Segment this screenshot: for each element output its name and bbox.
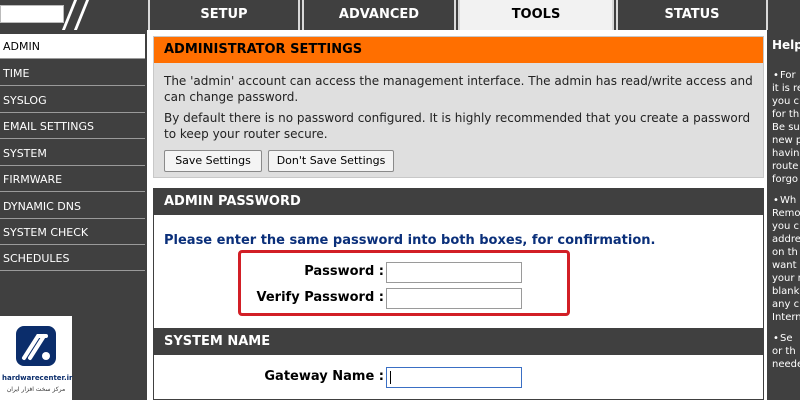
help-title: Help: [772, 38, 800, 52]
help-text-fragment: neede: [772, 359, 800, 370]
help-text-fragment: it is re: [772, 83, 800, 94]
bullet-icon: •: [773, 195, 779, 206]
help-text-fragment: for th: [772, 109, 800, 120]
help-text-fragment: route: [772, 161, 799, 172]
help-text-fragment: you c: [772, 221, 800, 232]
help-text-fragment: you c: [772, 96, 800, 107]
watermark-subtitle: مرکز سخت افزار ایران: [6, 386, 66, 393]
password-field[interactable]: [386, 262, 522, 283]
sidebar-item-system-check[interactable]: SYSTEM CHECK: [0, 220, 145, 245]
dont-save-settings-button[interactable]: Don't Save Settings: [268, 150, 394, 172]
logo-slash-decoration: [73, 0, 90, 30]
sidebar-item-schedules[interactable]: SCHEDULES: [0, 246, 145, 271]
administrator-settings-title: ADMINISTRATOR SETTINGS: [154, 37, 763, 63]
bullet-icon: •: [773, 70, 779, 81]
help-text-fragment: your r: [772, 273, 800, 284]
sidebar-item-system[interactable]: SYSTEM: [0, 141, 145, 166]
sidebar-item-email-settings[interactable]: EMAIL SETTINGS: [0, 114, 145, 139]
verify-password-field[interactable]: [386, 288, 522, 309]
help-text-fragment: Remo: [772, 208, 800, 219]
help-text-fragment: Be su: [772, 122, 800, 133]
help-text-fragment: or th: [772, 346, 796, 357]
help-text-fragment: any c: [772, 299, 800, 310]
watermark: hardwarecenter.ir مرکز سخت افزار ایران: [0, 316, 73, 400]
verify-password-label: Verify Password :: [256, 290, 385, 305]
tab-status[interactable]: STATUS: [616, 0, 768, 30]
admin-password-title: ADMIN PASSWORD: [154, 189, 763, 215]
system-name-title: SYSTEM NAME: [154, 329, 763, 355]
password-hint: Please enter the same password into both…: [164, 233, 656, 248]
sidebar-item-admin[interactable]: ADMIN: [0, 34, 145, 59]
password-label: Password :: [304, 264, 384, 279]
watermark-name: hardwarecenter.ir: [2, 374, 73, 382]
gateway-name-label: Gateway Name :: [264, 369, 384, 384]
help-text-fragment: addre: [772, 234, 800, 245]
sidebar-item-time[interactable]: TIME: [0, 61, 145, 86]
tab-advanced[interactable]: ADVANCED: [302, 0, 456, 30]
top-navigation-bar: SETUP ADVANCED TOOLS STATUS: [0, 0, 800, 30]
watermark-logo-icon: [16, 326, 56, 366]
bullet-icon: •: [773, 333, 779, 344]
help-text-fragment: havin: [772, 148, 800, 159]
main-content: ADMINISTRATOR SETTINGS The 'admin' accou…: [147, 30, 767, 400]
gateway-name-field[interactable]: [386, 367, 522, 388]
help-text-fragment: new p: [772, 135, 800, 146]
help-text-fragment: Se: [780, 333, 793, 344]
sidebar-item-firmware[interactable]: FIRMWARE: [0, 167, 145, 192]
help-text-fragment: blank: [772, 286, 800, 297]
help-text-fragment: forgo: [772, 174, 799, 185]
admin-description: The 'admin' account can access the manag…: [164, 74, 753, 104]
system-name-panel: SYSTEM NAME Gateway Name :: [153, 328, 764, 400]
help-text-fragment: For: [780, 70, 796, 81]
help-text-fragment: on th: [772, 247, 798, 258]
help-text-fragment: want t: [772, 260, 800, 271]
tab-setup[interactable]: SETUP: [148, 0, 300, 30]
admin-password-panel: ADMIN PASSWORD Please enter the same pas…: [153, 188, 764, 338]
administrator-settings-panel: ADMINISTRATOR SETTINGS The 'admin' accou…: [153, 36, 764, 178]
help-panel: Help • For it is re you c for th Be su n…: [770, 30, 800, 400]
password-recommendation: By default there is no password configur…: [164, 111, 751, 141]
sidebar-item-dynamic-dns[interactable]: DYNAMIC DNS: [0, 194, 145, 219]
help-text-fragment: Wh: [780, 195, 797, 206]
sidebar-item-syslog[interactable]: SYSLOG: [0, 88, 145, 113]
save-settings-button[interactable]: Save Settings: [164, 150, 262, 172]
tab-tools[interactable]: TOOLS: [458, 0, 614, 30]
help-text-fragment: Intern: [772, 312, 800, 323]
brand-logo: [0, 5, 64, 23]
text-caret: [390, 371, 391, 384]
